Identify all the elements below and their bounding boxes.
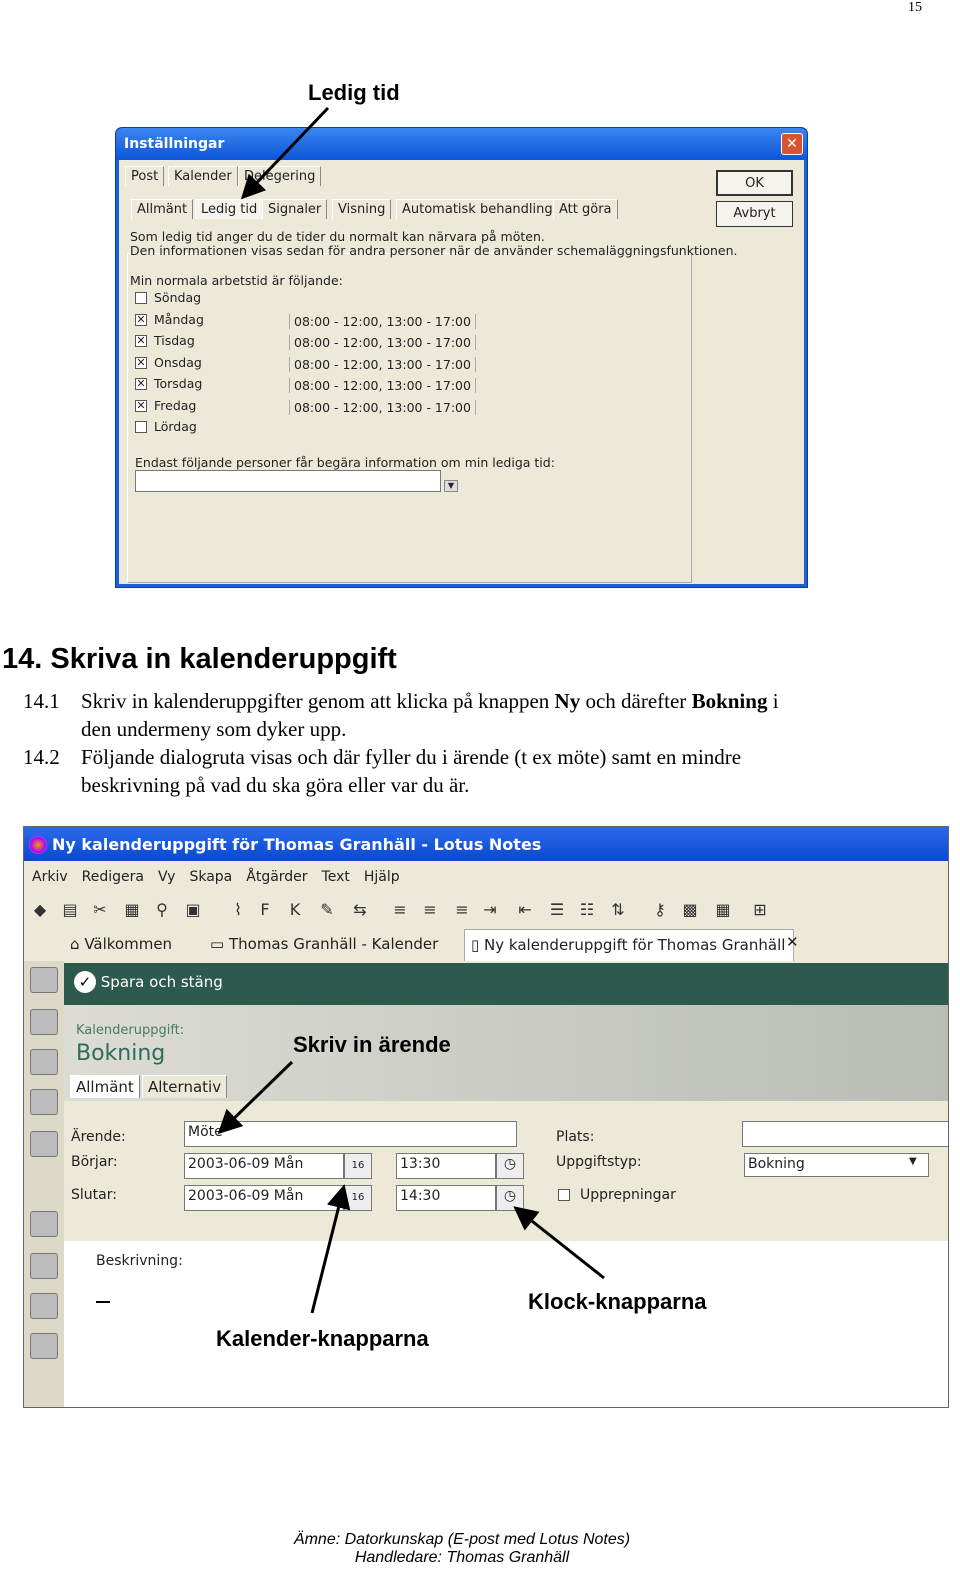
footer-subject: Ämne: Datorkunskap (E-post med Lotus Not… (293, 1531, 631, 1548)
arrow-arende (217, 1060, 294, 1135)
arrow-ledig-tid (240, 106, 330, 200)
arrow-klock (513, 1206, 605, 1280)
arrow-kalender (310, 1184, 351, 1314)
footer-teacher: Handledare: Thomas Granhäll (354, 1549, 570, 1566)
arrows (217, 106, 605, 1314)
